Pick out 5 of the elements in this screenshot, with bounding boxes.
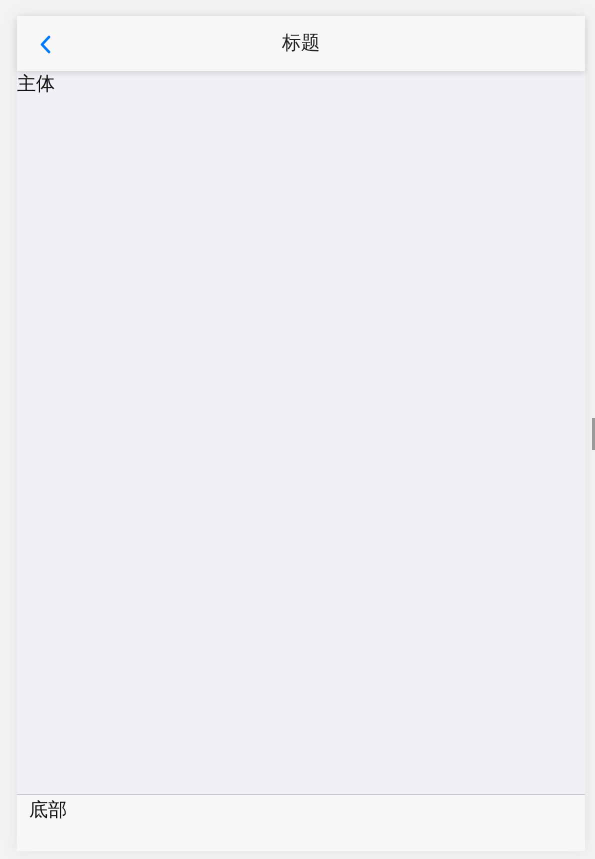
footer-text: 底部 bbox=[29, 798, 67, 823]
page-title: 标题 bbox=[282, 31, 320, 56]
scroll-handle[interactable] bbox=[592, 418, 595, 450]
back-icon bbox=[39, 34, 51, 54]
body-text: 主体 bbox=[17, 72, 55, 97]
